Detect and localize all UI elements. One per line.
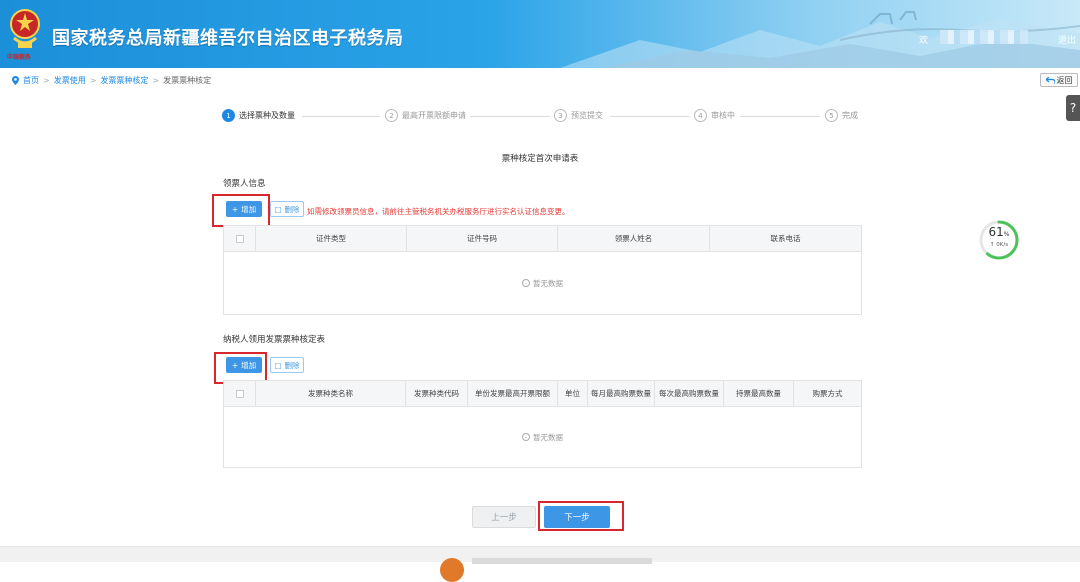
- breadcrumb-separator: >: [152, 76, 160, 85]
- step-number: 1: [222, 109, 235, 122]
- select-all-checkbox[interactable]: [235, 389, 244, 398]
- gauge-percent-unit: %: [1003, 231, 1010, 238]
- step-number: 4: [694, 109, 707, 122]
- help-icon: ?: [1069, 101, 1077, 115]
- step-reviewing: 4 审核中: [694, 109, 735, 122]
- column-header: 发票种类名称: [256, 381, 406, 406]
- breadcrumb: 首页 > 发票使用 > 发票票种核定 > 发票票种核定: [12, 75, 211, 86]
- column-header: 每月最高购票数量: [588, 381, 655, 406]
- trash-icon: □: [274, 360, 282, 370]
- section-title-ticket-holder: 领票人信息: [223, 179, 266, 189]
- section-title-invoice-types: 纳税人领用发票票种核定表: [223, 335, 326, 345]
- column-header: 联系电话: [770, 234, 801, 243]
- breadcrumb-invoice-type-approval[interactable]: 发票票种核定: [100, 75, 148, 86]
- table-empty-state: - 暂无数据: [224, 252, 861, 314]
- column-header: 持票最高数量: [724, 381, 794, 406]
- tax-emblem-icon: [10, 9, 40, 48]
- form-title: 票种核定首次申请表: [501, 154, 579, 164]
- delete-button-label: 删除: [284, 204, 300, 214]
- empty-icon: -: [522, 279, 530, 287]
- column-header: 发票种类代码: [406, 381, 468, 406]
- column-header: 证件类型: [256, 226, 407, 251]
- step-label: 选择票种及数量: [239, 111, 295, 120]
- breadcrumb-invoice-use[interactable]: 发票使用: [54, 75, 86, 86]
- step-label: 最高开票限额申请: [402, 111, 466, 120]
- back-button-label: 返回: [1056, 75, 1073, 85]
- select-all-checkbox-cell: [224, 226, 256, 251]
- column-header: 领票人姓名: [558, 226, 710, 251]
- table-empty-state: - 暂无数据: [224, 407, 861, 467]
- step-label: 审核中: [711, 111, 735, 120]
- highlight-box: [212, 194, 270, 227]
- site-title: 国家税务总局新疆维吾尔自治区电子税务局: [52, 28, 404, 49]
- empty-icon: -: [522, 433, 530, 441]
- empty-text: 暂无数据: [533, 432, 563, 442]
- step-label: 预览提交: [571, 111, 603, 120]
- logout-link[interactable]: 退出: [1058, 33, 1076, 46]
- column-header: 单份发票最高开票限额: [468, 381, 558, 406]
- column-header: 单位: [558, 381, 588, 406]
- prev-step-button[interactable]: 上一步: [472, 506, 536, 528]
- step-label: 完成: [842, 111, 858, 120]
- column-header: 每次最高购票数量: [655, 381, 724, 406]
- step-connector: [610, 116, 690, 117]
- welcome-text: 欢: [919, 36, 929, 46]
- step-preview-submit: 3 预览提交: [554, 109, 603, 122]
- back-button[interactable]: 返回: [1040, 73, 1078, 87]
- delete-ticket-holder-button[interactable]: □ 删除: [270, 201, 304, 217]
- column-header: 证件号码: [407, 226, 558, 251]
- gauge-percent: 61%: [979, 225, 1019, 239]
- select-all-checkbox-cell: [224, 381, 256, 406]
- location-pin-icon: [12, 76, 19, 85]
- step-limit-application: 2 最高开票限额申请: [385, 109, 466, 122]
- step-complete: 5 完成: [825, 109, 858, 122]
- highlight-box: [538, 501, 624, 531]
- notice-text: 如需修改领票员信息，请前往主管税务机关办税服务厅进行实名认证信息变更。: [307, 207, 570, 216]
- back-arrow-icon: [1045, 76, 1055, 84]
- step-number: 3: [554, 109, 567, 122]
- gauge-ring: [979, 220, 1019, 260]
- table-header: 证件类型 证件号码 领票人姓名 联系电话: [224, 226, 861, 252]
- breadcrumb-separator: >: [43, 76, 50, 85]
- step-number: 5: [825, 109, 838, 122]
- network-speed-gauge[interactable]: 61% ↑ 0K/s: [979, 217, 1019, 263]
- step-number: 2: [385, 109, 398, 122]
- trash-icon: □: [274, 204, 282, 214]
- delete-invoice-type-button[interactable]: □ 删除: [270, 357, 304, 373]
- emblem-caption: 中国税务: [7, 54, 32, 61]
- step-connector: [470, 116, 550, 117]
- gauge-speed: ↑ 0K/s: [989, 242, 1009, 248]
- column-header: 购票方式: [812, 389, 843, 398]
- help-button[interactable]: ?: [1066, 95, 1080, 121]
- breadcrumb-current: 发票票种核定: [163, 76, 212, 85]
- user-name-redacted: [940, 30, 1028, 44]
- step-connector: [740, 116, 820, 117]
- step-select-type: 1 选择票种及数量: [222, 109, 295, 122]
- select-all-checkbox[interactable]: [235, 234, 244, 243]
- ticket-holder-table: 证件类型 证件号码 领票人姓名 联系电话 - 暂无数据: [223, 225, 862, 315]
- breadcrumb-separator: >: [89, 76, 97, 85]
- table-header: 发票种类名称 发票种类代码 单份发票最高开票限额 单位 每月最高购票数量 每次最…: [224, 381, 861, 407]
- empty-text: 暂无数据: [533, 278, 563, 288]
- progress-steps: 1 选择票种及数量 2 最高开票限额申请 3 预览提交 4 审核中 5 完成: [222, 109, 862, 125]
- footer-text-cut-off: [472, 558, 652, 564]
- gauge-percent-value: 61: [988, 225, 1004, 239]
- step-connector: [302, 116, 380, 117]
- breadcrumb-home[interactable]: 首页: [23, 75, 39, 86]
- delete-button-label: 删除: [284, 360, 300, 370]
- site-header: 中国税务 国家税务总局新疆维吾尔自治区电子税务局 欢 退出: [0, 0, 1080, 68]
- invoice-type-table: 发票种类名称 发票种类代码 单份发票最高开票限额 单位 每月最高购票数量 每次最…: [223, 380, 862, 468]
